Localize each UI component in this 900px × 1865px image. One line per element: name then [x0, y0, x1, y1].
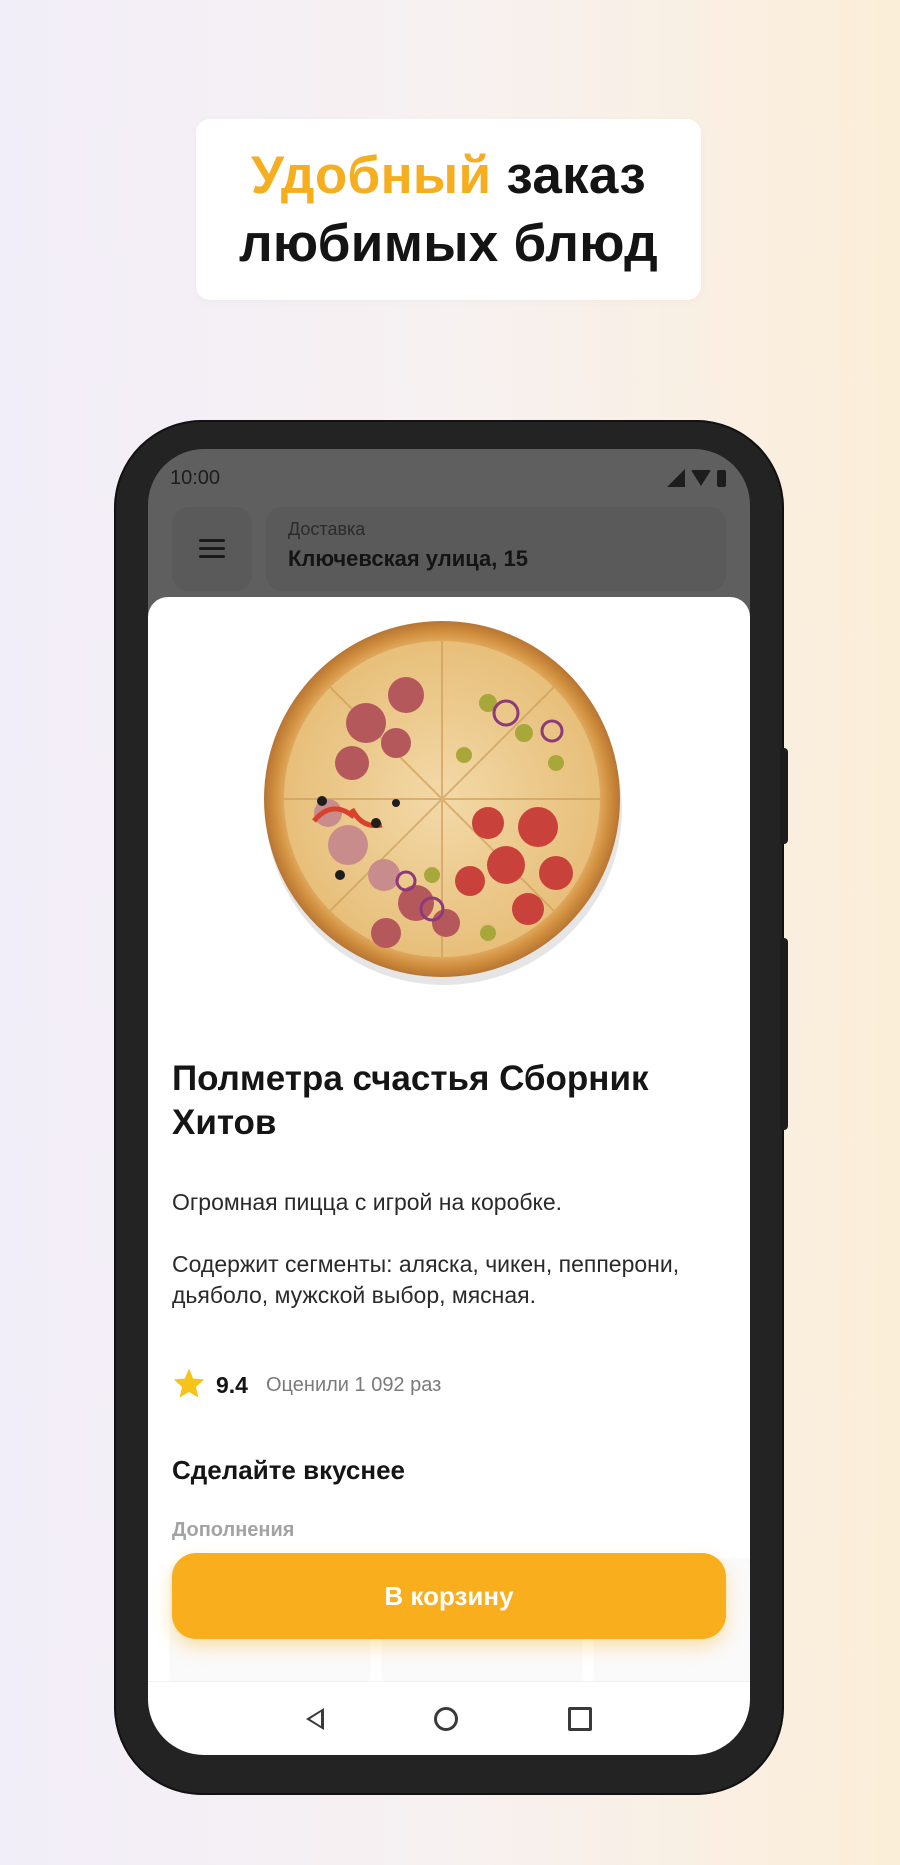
extras-title: Сделайте вкуснее: [172, 1455, 406, 1485]
battery-icon: [717, 469, 726, 487]
rating-row: 9.4 Оценили 1 092 раз: [172, 1367, 441, 1404]
extras-subtitle: Дополнения: [172, 1519, 295, 1541]
rating-value: 9.4: [216, 1372, 248, 1398]
nav-recent-icon[interactable]: [568, 1707, 592, 1731]
phone-side-button: [780, 748, 788, 844]
address-value: Ключевская улица, 15: [288, 546, 528, 571]
headline-line-1: Удобный заказ: [251, 142, 646, 210]
status-icons: [667, 469, 726, 487]
menu-icon: [199, 539, 225, 559]
phone-screen: 10:00 Доставка Ключевская улица, 15 Полм…: [148, 449, 750, 1755]
headline-accent: Удобный: [251, 145, 492, 205]
top-bar: Доставка Ключевская улица, 15: [172, 507, 726, 591]
phone-side-button: [780, 938, 788, 1130]
rating-count: Оценили 1 092 раз: [265, 1374, 442, 1396]
status-bar: 10:00: [148, 449, 750, 501]
star-icon: [172, 1367, 206, 1404]
add-to-cart-button[interactable]: В корзину: [172, 1553, 726, 1639]
product-description: Огромная пицца с игрой на коробке. Содер…: [172, 1187, 732, 1342]
menu-button[interactable]: [172, 507, 252, 591]
nav-back-icon[interactable]: [306, 1708, 324, 1730]
product-title: Полметра счастья Сборник Хитов: [172, 1059, 649, 1142]
address-selector[interactable]: Доставка Ключевская улица, 15: [266, 507, 726, 591]
nav-home-icon[interactable]: [434, 1707, 458, 1731]
description-paragraph: Огромная пицца с игрой на коробке.: [172, 1189, 563, 1215]
signal-icon: [667, 469, 685, 487]
product-sheet: Полметра счастья Сборник Хитов Огромная …: [148, 597, 750, 1681]
headline-rest: заказ: [506, 145, 646, 205]
description-paragraph: Содержит сегменты: аляска, чикен, пеппер…: [172, 1251, 680, 1308]
system-nav-bar: [148, 1681, 750, 1755]
wifi-icon: [691, 470, 711, 486]
headline-line-2: любимых блюд: [238, 213, 659, 273]
headline-card: Удобный заказ любимых блюд: [196, 119, 701, 300]
address-label: Доставка: [288, 519, 366, 539]
status-time: 10:00: [170, 466, 221, 489]
pizza-image: [256, 613, 628, 985]
